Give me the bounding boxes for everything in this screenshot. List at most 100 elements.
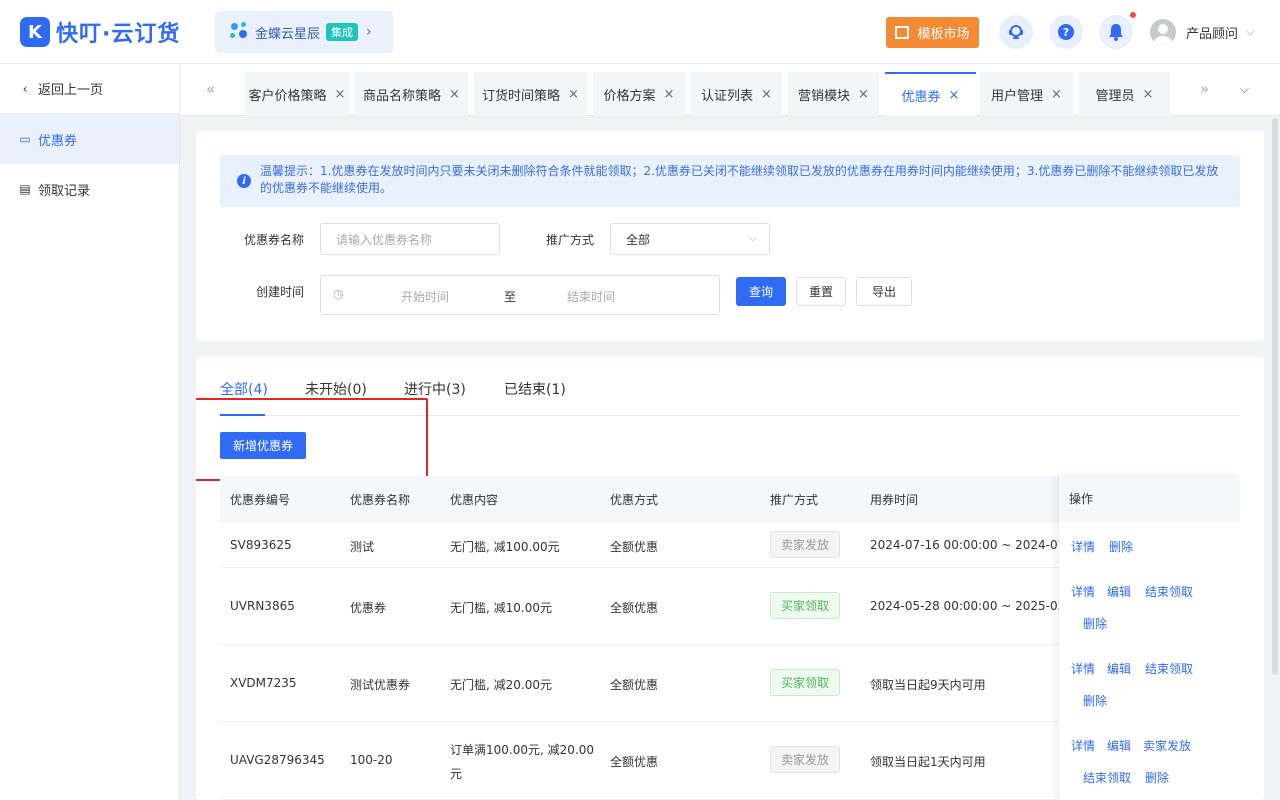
sidebar-item-claim-records[interactable]: ▤ 领取记录 xyxy=(0,164,179,214)
promo-method-select[interactable]: 全部 ⌵ xyxy=(610,223,770,255)
close-icon[interactable]: × xyxy=(664,87,675,102)
cell-time: 领取当日起1天内可用 xyxy=(870,755,986,769)
sidebar-item-label: 优惠券 xyxy=(38,133,78,149)
status-tab-all[interactable]: 全部(4) xyxy=(220,379,268,399)
integration-tag: 集成 xyxy=(326,23,359,41)
user-name: 产品顾问 xyxy=(1186,26,1239,42)
detail-link[interactable]: 详情 xyxy=(1071,660,1095,677)
user-menu[interactable]: 产品顾问 ⌵ xyxy=(1150,18,1254,46)
detail-link[interactable]: 详情 xyxy=(1071,737,1095,754)
template-market-button[interactable]: 模板市场 xyxy=(886,17,979,48)
cell-code: SV893625 xyxy=(230,538,292,552)
create-time-range[interactable]: ◷ 开始时间 至 结束时间 xyxy=(320,275,720,315)
notification-dot xyxy=(1130,12,1136,18)
clipboard-icon: ▤ xyxy=(19,182,31,196)
delete-link[interactable]: 删除 xyxy=(1083,615,1107,632)
tab-user-management[interactable]: 用户管理 × xyxy=(980,72,1073,116)
col-coupon-code: 优惠券编号 xyxy=(230,493,291,507)
status-tab-not-started[interactable]: 未开始(0) xyxy=(305,379,367,399)
status-tab-ended[interactable]: 已结束(1) xyxy=(504,379,566,399)
page-scrollbar[interactable] xyxy=(1272,118,1278,675)
tab-label: 优惠券 xyxy=(901,89,941,105)
tabs-dropdown-icon[interactable]: ⌵ xyxy=(1240,82,1249,97)
edit-link[interactable]: 编辑 xyxy=(1107,660,1131,677)
tab-bar: « 客户价格策略 × 商品名称策略 × 订货时间策略 × 价格方案 × 认证列表 × 营销… xyxy=(180,64,1280,116)
tab-price-plan[interactable]: 价格方案 × xyxy=(593,72,685,116)
logo-text: 快叮·云订货 xyxy=(56,22,181,47)
cell-name: 100-20 xyxy=(350,753,393,767)
edit-link[interactable]: 编辑 xyxy=(1107,583,1131,600)
help-icon[interactable]: ? xyxy=(1049,15,1083,49)
chevron-down-icon: ⌵ xyxy=(748,231,757,244)
coupon-name-input[interactable]: 请输入优惠券名称 xyxy=(320,223,500,255)
edit-link[interactable]: 编辑 xyxy=(1107,737,1131,754)
close-icon[interactable]: × xyxy=(1143,87,1154,102)
tab-label: 用户管理 xyxy=(991,88,1044,104)
end-claim-link[interactable]: 结束领取 xyxy=(1145,660,1193,677)
tab-customer-price-strategy[interactable]: 客户价格策略 × xyxy=(245,72,349,116)
cell-method: 全额优惠 xyxy=(610,678,659,692)
cell-content: 订单满100.00元, 减20.00 xyxy=(450,743,594,757)
back-button[interactable]: ‹ 返回上一页 xyxy=(0,64,179,114)
template-market-label: 模板市场 xyxy=(917,27,970,42)
tab-certification-list[interactable]: 认证列表 × xyxy=(691,72,782,116)
sidebar: ‹ 返回上一页 ▭ 优惠券 ▤ 领取记录 xyxy=(0,64,180,800)
close-icon[interactable]: × xyxy=(858,87,869,102)
delete-link[interactable]: 删除 xyxy=(1083,692,1107,709)
col-coupon-name: 优惠券名称 xyxy=(350,493,411,507)
query-button[interactable]: 查询 xyxy=(736,277,786,306)
promo-method-label: 推广方式 xyxy=(546,233,595,247)
seller-issue-link[interactable]: 卖家发放 xyxy=(1143,737,1191,754)
col-operations: 操作 xyxy=(1069,492,1094,506)
tabs-scroll-left-icon[interactable]: « xyxy=(206,80,215,98)
cell-content-line2: 元 xyxy=(450,767,463,781)
close-icon[interactable]: × xyxy=(568,87,579,102)
kingdee-name: 金蝶云星辰 xyxy=(255,26,321,42)
export-button[interactable]: 导出 xyxy=(856,277,912,306)
create-time-label: 创建时间 xyxy=(256,285,305,299)
tab-label: 营销模块 xyxy=(798,88,851,104)
end-time-input[interactable]: 结束时间 xyxy=(567,288,615,305)
customer-service-icon[interactable] xyxy=(999,15,1033,49)
range-separator: 至 xyxy=(504,290,517,304)
tab-admin[interactable]: 管理员 × xyxy=(1079,72,1170,116)
status-tab-in-progress[interactable]: 进行中(3) xyxy=(404,379,466,399)
svg-text:?: ? xyxy=(1063,26,1069,39)
delete-link[interactable]: 删除 xyxy=(1109,538,1133,555)
clock-icon: ◷ xyxy=(333,287,344,301)
detail-link[interactable]: 详情 xyxy=(1071,583,1095,600)
tab-marketing-module[interactable]: 营销模块 × xyxy=(788,72,879,116)
end-claim-link[interactable]: 结束领取 xyxy=(1145,583,1193,600)
tab-order-time-strategy[interactable]: 订货时间策略 × xyxy=(474,72,587,116)
sidebar-item-label: 领取记录 xyxy=(38,183,91,199)
tab-product-name-strategy[interactable]: 商品名称策略 × xyxy=(355,72,468,116)
detail-link[interactable]: 详情 xyxy=(1071,538,1095,555)
end-claim-link[interactable]: 结束领取 xyxy=(1083,769,1131,786)
cell-content: 无门槛, 减100.00元 xyxy=(450,540,560,554)
info-icon: i xyxy=(237,174,251,188)
coupon-name-label: 优惠券名称 xyxy=(244,233,305,247)
kingdee-logo-icon xyxy=(229,21,251,43)
tab-coupon[interactable]: 优惠券 × xyxy=(885,72,976,116)
back-label: 返回上一页 xyxy=(38,83,104,98)
tab-label: 订货时间策略 xyxy=(482,88,561,104)
start-time-input[interactable]: 开始时间 xyxy=(401,288,449,305)
highlight-box xyxy=(196,398,428,481)
close-icon[interactable]: × xyxy=(335,87,346,102)
chevron-left-icon: ‹ xyxy=(22,81,28,96)
close-icon[interactable]: × xyxy=(949,88,960,103)
sidebar-item-coupon[interactable]: ▭ 优惠券 xyxy=(0,114,179,164)
kingdee-integration-badge[interactable]: 金蝶云星辰 集成 › xyxy=(215,11,393,53)
bell-icon[interactable] xyxy=(1099,15,1133,49)
delete-link[interactable]: 删除 xyxy=(1145,769,1169,786)
cell-code: XVDM7235 xyxy=(230,676,297,690)
reset-button[interactable]: 重置 xyxy=(796,277,846,306)
cell-time: 2024-05-28 00:00:00 ~ 2025-05-08 xyxy=(870,599,1085,613)
tab-label: 客户价格策略 xyxy=(248,88,327,104)
tabs-scroll-right-icon[interactable]: » xyxy=(1200,80,1209,98)
close-icon[interactable]: × xyxy=(1051,87,1062,102)
close-icon[interactable]: × xyxy=(449,87,460,102)
notice-text: 温馨提示：1.优惠券在发放时间内只要未关闭未删除符合条件就能领取；2.优惠券已关… xyxy=(260,164,1219,195)
app-logo[interactable]: K 快叮·云订货 xyxy=(20,16,180,48)
close-icon[interactable]: × xyxy=(761,87,772,102)
